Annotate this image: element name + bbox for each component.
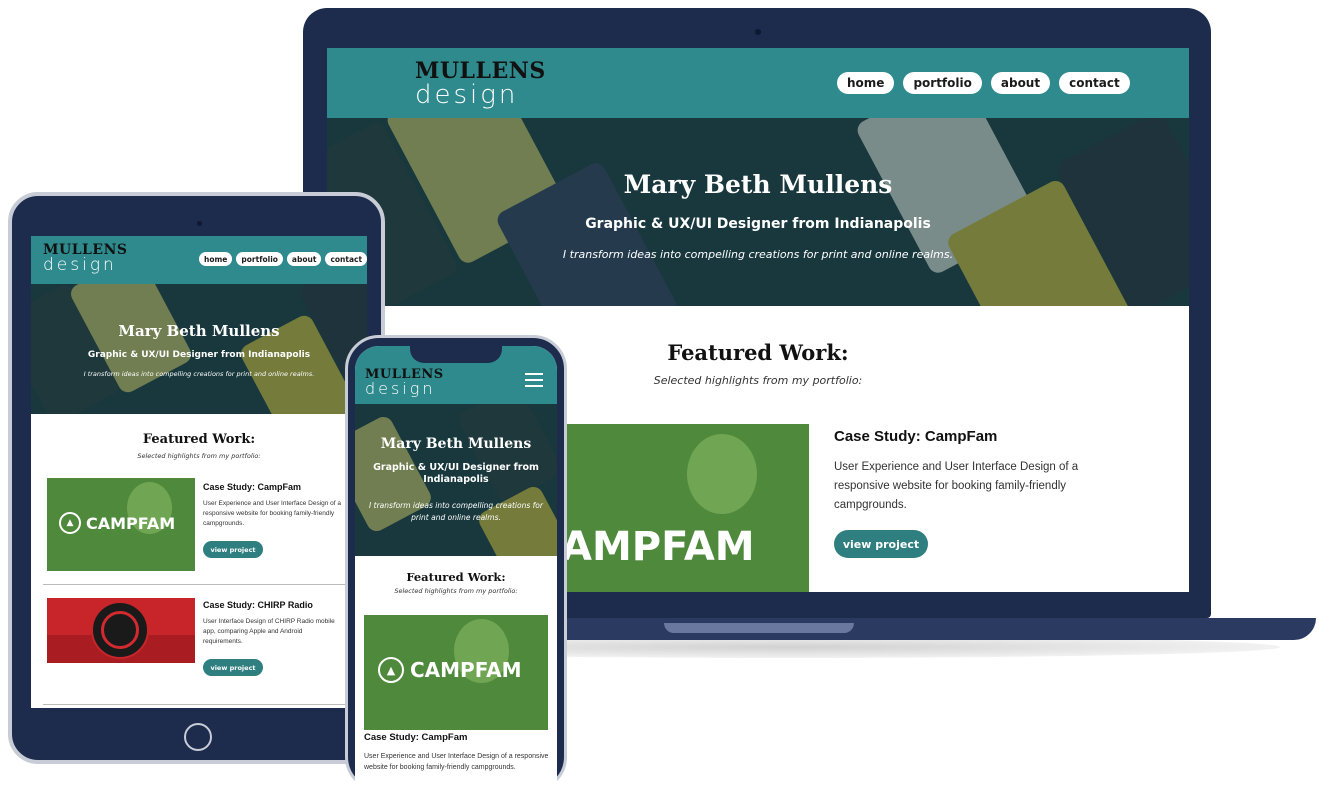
hero-name: Mary Beth Mullens xyxy=(380,436,532,452)
project-title: Case Study: CampFam xyxy=(203,482,302,492)
nav-home[interactable]: home xyxy=(199,252,233,266)
logo[interactable]: MULLENS design xyxy=(365,368,444,397)
hero-overlay xyxy=(31,284,367,414)
campfam-logo: ▲ CAMPFAM xyxy=(378,657,521,683)
view-project-button[interactable]: view project xyxy=(203,541,263,558)
hero-overlay xyxy=(327,118,1189,306)
hero-tagline: I transform ideas into compelling creati… xyxy=(562,248,954,261)
phone-notch xyxy=(410,343,502,363)
tent-icon: ▲ xyxy=(59,512,81,534)
hero-section: Mary Beth Mullens Graphic & UX/UI Design… xyxy=(327,118,1189,306)
phone-screen: MULLENS design Mary Beth Mullens Graphic… xyxy=(355,346,557,791)
hero-name: Mary Beth Mullens xyxy=(118,322,280,340)
view-project-button[interactable]: view project xyxy=(834,530,928,558)
campfam-image[interactable]: ▲ CAMPFAM xyxy=(364,615,548,730)
chirp-logo xyxy=(91,601,149,659)
project-description: User Experience and User Interface Desig… xyxy=(203,500,342,527)
divider xyxy=(43,704,359,705)
featured-title: Featured Work: xyxy=(142,432,256,447)
project-title: Case Study: CampFam xyxy=(834,428,998,445)
hero-name: Mary Beth Mullens xyxy=(623,170,893,199)
view-project-button[interactable]: view project xyxy=(203,659,263,676)
tablet-screen: MULLENS design home portfolio about cont… xyxy=(31,236,367,708)
site-header: MULLENS design home portfolio about cont… xyxy=(31,236,367,284)
hero-tagline: I transform ideas into compelling creati… xyxy=(83,370,315,378)
laptop-camera xyxy=(755,29,761,35)
main-nav: home portfolio about contact xyxy=(837,72,1130,94)
nav-portfolio[interactable]: portfolio xyxy=(236,252,283,266)
logo[interactable]: MULLENS design xyxy=(43,243,127,274)
nav-about[interactable]: about xyxy=(286,252,322,266)
featured-subtitle: Selected highlights from my portfolio: xyxy=(394,587,518,595)
campfam-image[interactable]: ▲ CAMPFAM xyxy=(47,478,195,571)
nav-home[interactable]: home xyxy=(837,72,895,94)
bird-icon xyxy=(101,611,139,649)
hero-section: Mary Beth Mullens Graphic & UX/UI Design… xyxy=(31,284,367,414)
hero-subtitle: Graphic & UX/UI Designer from Indianapol… xyxy=(87,350,311,360)
project-description: User Experience and User Interface Desig… xyxy=(364,753,549,771)
hero-tagline: I transform ideas into compelling creati… xyxy=(369,501,543,522)
nav-contact[interactable]: contact xyxy=(325,252,367,266)
campfam-logo-text: CAMPFAM xyxy=(410,658,522,682)
logo-bottom: design xyxy=(365,379,436,398)
chirp-image[interactable] xyxy=(47,598,195,663)
campfam-logo: ▲ CAMPFAM xyxy=(59,512,175,534)
main-nav: home portfolio about contact xyxy=(199,252,367,266)
campfam-image[interactable]: AMPFAM xyxy=(567,424,809,592)
nav-about[interactable]: about xyxy=(990,72,1051,94)
project-title: Case Study: CampFam xyxy=(364,732,468,743)
featured-subtitle: Selected highlights from my portfolio: xyxy=(137,452,261,460)
tablet-home-button xyxy=(184,723,212,751)
logo-bottom: design xyxy=(415,80,519,110)
site-header: MULLENS design home portfolio about cont… xyxy=(327,48,1189,118)
tablet-camera xyxy=(197,221,202,226)
child-photo xyxy=(687,434,757,514)
project-title: Case Study: CHIRP Radio xyxy=(203,600,313,610)
logo-bottom: design xyxy=(43,255,117,275)
hero-subtitle: Graphic & UX/UI Designer from Indianapol… xyxy=(373,462,539,485)
hamburger-menu-icon[interactable] xyxy=(525,373,543,387)
campfam-logo-text: AMPFAM xyxy=(567,524,755,570)
project-description: User Interface Design of CHIRP Radio mob… xyxy=(203,618,335,645)
hero-subtitle: Graphic & UX/UI Designer from Indianapol… xyxy=(585,216,931,232)
nav-contact[interactable]: contact xyxy=(1059,72,1130,94)
hero-section: Mary Beth Mullens Graphic & UX/UI Design… xyxy=(355,404,557,556)
featured-title: Featured Work: xyxy=(406,570,506,584)
laptop-notch xyxy=(664,623,854,633)
logo-top: MULLENS xyxy=(415,58,546,84)
nav-portfolio[interactable]: portfolio xyxy=(903,72,982,94)
logo[interactable]: MULLENS design xyxy=(415,60,546,108)
campfam-logo-text: CAMPFAM xyxy=(86,513,176,533)
tent-icon: ▲ xyxy=(378,657,404,683)
divider xyxy=(43,584,359,585)
project-description: User Experience and User Interface Desig… xyxy=(834,461,1079,511)
